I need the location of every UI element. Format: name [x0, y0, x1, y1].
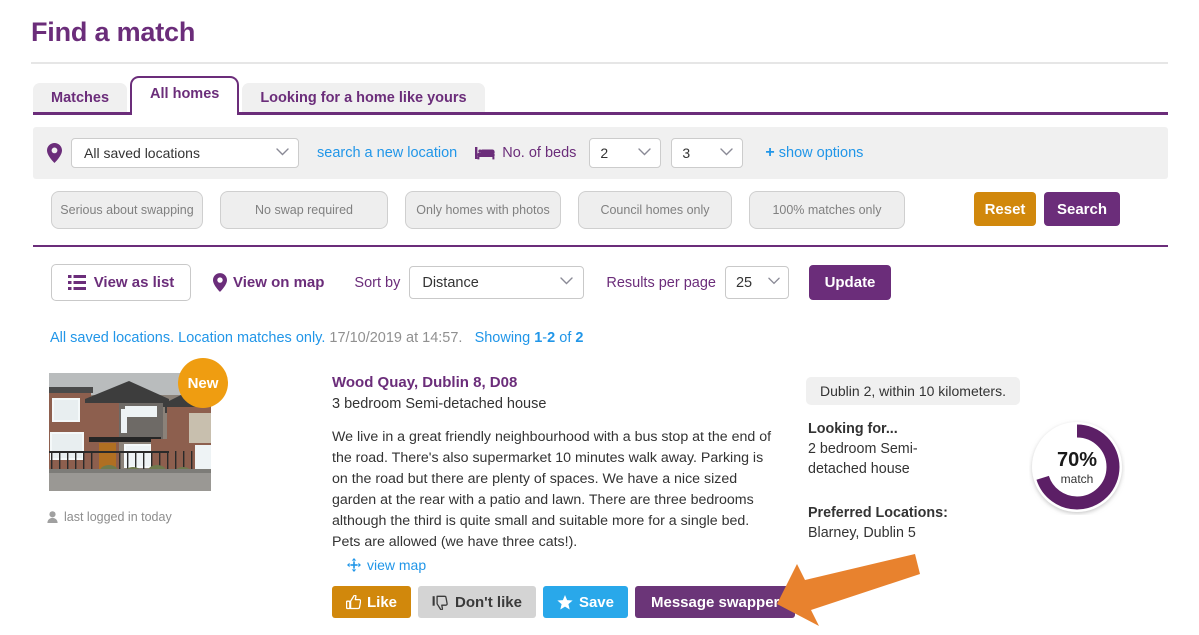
chevron-down-icon: [276, 148, 289, 159]
view-as-list-label: View as list: [94, 274, 175, 291]
location-select-value: All saved locations: [84, 145, 200, 161]
view-map-link-label: view map: [367, 557, 426, 573]
thumb-down-icon: [432, 595, 449, 610]
listing-description: We live in a great friendly neighbourhoo…: [332, 427, 777, 553]
new-badge: New: [178, 358, 228, 408]
list-icon: [68, 275, 86, 290]
results-of-word: of: [559, 330, 571, 346]
update-button[interactable]: Update: [809, 265, 891, 300]
move-icon: [347, 558, 361, 572]
like-label: Like: [367, 594, 397, 611]
view-controls-row: View as list View on map Sort by Distanc…: [51, 264, 891, 301]
preferred-locations-heading: Preferred Locations:: [808, 503, 1018, 523]
save-button[interactable]: Save: [543, 586, 628, 618]
listing-action-row: Like Don't like Save Mes: [332, 586, 802, 618]
map-pin-icon: [213, 273, 227, 292]
listing-title[interactable]: Wood Quay, Dublin 8, D08: [332, 374, 777, 391]
sort-by-value: Distance: [422, 275, 478, 291]
chevron-down-icon: [720, 148, 733, 159]
dont-like-button[interactable]: Don't like: [418, 586, 536, 618]
chevron-down-icon: [560, 277, 573, 288]
map-pin-icon: [47, 143, 62, 163]
beds-min-value: 2: [600, 145, 608, 161]
tab-bar: Matches All homes Looking for a home lik…: [33, 77, 485, 113]
listing-subtitle: 3 bedroom Semi-detached house: [332, 396, 777, 412]
looking-for-value: 2 bedroom Semi-detached house: [808, 439, 968, 479]
results-per-page-select[interactable]: 25: [725, 266, 789, 299]
star-icon: [557, 595, 573, 610]
listing-thumbnail-wrap[interactable]: New: [49, 373, 211, 491]
results-per-page-label: Results per page: [606, 275, 716, 291]
plus-icon: +: [765, 144, 774, 162]
filter-pill-100-matches-only[interactable]: 100% matches only: [749, 191, 905, 229]
listing-details: Wood Quay, Dublin 8, D08 3 bedroom Semi-…: [332, 374, 777, 553]
message-swapper-button[interactable]: Message swapper: [635, 586, 795, 618]
looking-for-heading: Looking for...: [808, 419, 968, 439]
reset-button[interactable]: Reset: [974, 192, 1036, 226]
results-showing-word: Showing: [475, 330, 531, 346]
listing-location-badge: Dublin 2, within 10 kilometers.: [806, 377, 1020, 405]
tab-looking-for-a-home-like-yours[interactable]: Looking for a home like yours: [242, 83, 484, 113]
like-button[interactable]: Like: [332, 586, 411, 618]
filter-pill-only-homes-with-photos[interactable]: Only homes with photos: [405, 191, 561, 229]
chevron-down-icon: [638, 148, 651, 159]
no-of-beds-text: No. of beds: [502, 145, 576, 161]
find-a-match-page: Find a match Matches All homes Looking f…: [0, 0, 1199, 634]
chevron-down-icon: [768, 277, 780, 288]
bed-icon: [475, 146, 495, 160]
preferred-locations-value: Blarney, Dublin 5: [808, 523, 1018, 543]
search-filter-panel: All saved locations search a new locatio…: [33, 127, 1168, 179]
results-range-to: 2: [547, 330, 555, 346]
beds-selects: 2 3: [589, 138, 743, 168]
last-login-status: last logged in today: [47, 510, 172, 524]
filter-pill-council-homes-only[interactable]: Council homes only: [578, 191, 732, 229]
user-icon: [47, 511, 58, 523]
filter-pill-no-swap-required[interactable]: No swap required: [220, 191, 388, 229]
view-map-link[interactable]: view map: [347, 557, 426, 573]
beds-max-select[interactable]: 3: [671, 138, 743, 168]
results-timestamp: 17/10/2019 at 14:57.: [329, 330, 462, 346]
view-on-map-button[interactable]: View on map: [213, 273, 324, 292]
dont-like-label: Don't like: [455, 594, 522, 611]
title-divider: [31, 62, 1168, 64]
beds-max-value: 3: [682, 145, 690, 161]
save-label: Save: [579, 594, 614, 611]
filter-pill-row: Serious about swapping No swap required …: [51, 191, 922, 229]
show-options-link[interactable]: + show options: [765, 144, 863, 162]
sort-by-select[interactable]: Distance: [409, 266, 584, 299]
looking-for-block: Looking for... 2 bedroom Semi-detached h…: [808, 419, 968, 479]
results-info: All saved locations. Location matches on…: [50, 330, 583, 346]
match-percentage-donut: 70% match: [1029, 419, 1125, 515]
section-divider: [33, 245, 1168, 247]
thumb-up-icon: [346, 595, 361, 610]
results-locations-text[interactable]: All saved locations. Location matches on…: [50, 330, 325, 346]
show-options-label: show options: [779, 145, 864, 161]
sort-by-label: Sort by: [354, 275, 400, 291]
beds-min-select[interactable]: 2: [589, 138, 661, 168]
tab-all-homes[interactable]: All homes: [130, 76, 239, 113]
page-title: Find a match: [31, 17, 195, 48]
filter-pill-serious-about-swapping[interactable]: Serious about swapping: [51, 191, 203, 229]
last-login-text: last logged in today: [64, 510, 172, 524]
tab-matches[interactable]: Matches: [33, 83, 127, 113]
view-on-map-label: View on map: [233, 274, 324, 291]
results-total: 2: [575, 330, 583, 346]
no-of-beds-label: No. of beds: [475, 145, 576, 161]
search-new-location-link[interactable]: search a new location: [317, 145, 457, 161]
preferred-locations-block: Preferred Locations: Blarney, Dublin 5: [808, 503, 1018, 543]
search-button[interactable]: Search: [1044, 192, 1120, 226]
view-as-list-button[interactable]: View as list: [51, 264, 191, 301]
results-per-page-value: 25: [736, 275, 752, 291]
location-select[interactable]: All saved locations: [71, 138, 299, 168]
